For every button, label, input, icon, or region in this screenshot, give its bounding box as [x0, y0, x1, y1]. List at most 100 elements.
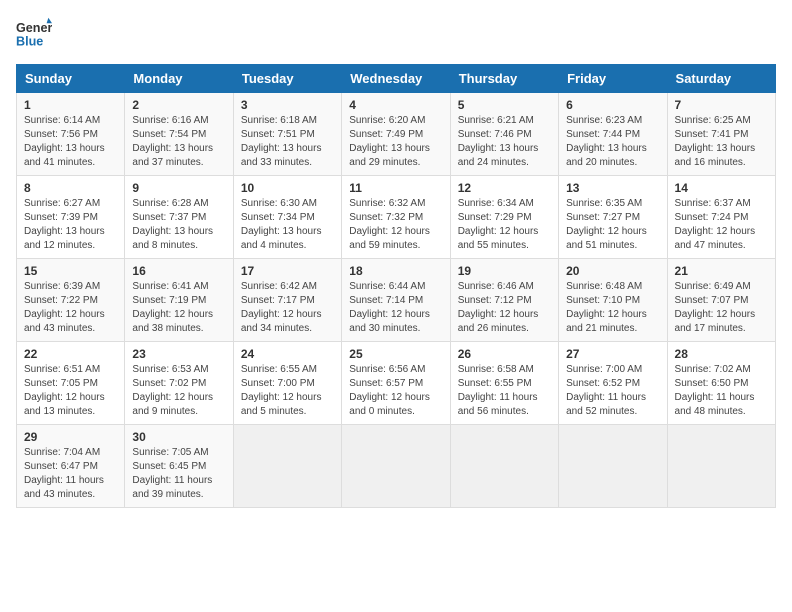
- calendar-cell: [233, 425, 341, 508]
- day-number: 18: [349, 264, 442, 278]
- calendar-cell: 20 Sunrise: 6:48 AM Sunset: 7:10 PM Dayl…: [559, 259, 667, 342]
- day-sunset: Sunset: 7:10 PM: [566, 295, 640, 306]
- day-sunrise: Sunrise: 6:18 AM: [241, 115, 317, 126]
- calendar-cell: 12 Sunrise: 6:34 AM Sunset: 7:29 PM Dayl…: [450, 176, 558, 259]
- header: General Blue: [16, 16, 776, 52]
- day-sunset: Sunset: 7:05 PM: [24, 378, 98, 389]
- calendar-cell: 1 Sunrise: 6:14 AM Sunset: 7:56 PM Dayli…: [17, 93, 125, 176]
- day-daylight: Daylight: 11 hours and 43 minutes.: [24, 475, 104, 500]
- day-daylight: Daylight: 12 hours and 30 minutes.: [349, 309, 430, 334]
- day-sunrise: Sunrise: 6:41 AM: [132, 281, 208, 292]
- day-number: 7: [675, 98, 768, 112]
- day-number: 3: [241, 98, 334, 112]
- calendar-body: 1 Sunrise: 6:14 AM Sunset: 7:56 PM Dayli…: [17, 93, 776, 508]
- calendar-cell: 23 Sunrise: 6:53 AM Sunset: 7:02 PM Dayl…: [125, 342, 233, 425]
- col-header-thursday: Thursday: [450, 65, 558, 93]
- calendar-cell: 8 Sunrise: 6:27 AM Sunset: 7:39 PM Dayli…: [17, 176, 125, 259]
- day-sunrise: Sunrise: 7:05 AM: [132, 447, 208, 458]
- day-sunrise: Sunrise: 7:04 AM: [24, 447, 100, 458]
- day-sunset: Sunset: 6:57 PM: [349, 378, 423, 389]
- day-sunrise: Sunrise: 6:51 AM: [24, 364, 100, 375]
- day-sunrise: Sunrise: 6:55 AM: [241, 364, 317, 375]
- day-daylight: Daylight: 12 hours and 9 minutes.: [132, 392, 213, 417]
- day-number: 29: [24, 430, 117, 444]
- day-number: 27: [566, 347, 659, 361]
- day-sunset: Sunset: 7:17 PM: [241, 295, 315, 306]
- day-number: 28: [675, 347, 768, 361]
- day-sunrise: Sunrise: 6:32 AM: [349, 198, 425, 209]
- logo: General Blue: [16, 16, 52, 52]
- day-number: 16: [132, 264, 225, 278]
- calendar-cell: 11 Sunrise: 6:32 AM Sunset: 7:32 PM Dayl…: [342, 176, 450, 259]
- day-number: 23: [132, 347, 225, 361]
- calendar-cell: 7 Sunrise: 6:25 AM Sunset: 7:41 PM Dayli…: [667, 93, 775, 176]
- calendar-cell: 2 Sunrise: 6:16 AM Sunset: 7:54 PM Dayli…: [125, 93, 233, 176]
- day-sunset: Sunset: 7:54 PM: [132, 129, 206, 140]
- col-header-saturday: Saturday: [667, 65, 775, 93]
- day-number: 6: [566, 98, 659, 112]
- day-daylight: Daylight: 12 hours and 55 minutes.: [458, 226, 539, 251]
- day-sunrise: Sunrise: 6:34 AM: [458, 198, 534, 209]
- day-daylight: Daylight: 13 hours and 12 minutes.: [24, 226, 105, 251]
- day-daylight: Daylight: 12 hours and 51 minutes.: [566, 226, 647, 251]
- day-daylight: Daylight: 11 hours and 52 minutes.: [566, 392, 646, 417]
- day-number: 8: [24, 181, 117, 195]
- calendar-cell: 6 Sunrise: 6:23 AM Sunset: 7:44 PM Dayli…: [559, 93, 667, 176]
- day-sunrise: Sunrise: 6:48 AM: [566, 281, 642, 292]
- day-sunset: Sunset: 7:51 PM: [241, 129, 315, 140]
- day-number: 4: [349, 98, 442, 112]
- calendar-cell: 16 Sunrise: 6:41 AM Sunset: 7:19 PM Dayl…: [125, 259, 233, 342]
- calendar-cell: 4 Sunrise: 6:20 AM Sunset: 7:49 PM Dayli…: [342, 93, 450, 176]
- day-sunset: Sunset: 7:41 PM: [675, 129, 749, 140]
- day-sunset: Sunset: 7:02 PM: [132, 378, 206, 389]
- day-daylight: Daylight: 12 hours and 5 minutes.: [241, 392, 322, 417]
- day-sunrise: Sunrise: 6:20 AM: [349, 115, 425, 126]
- day-sunrise: Sunrise: 6:58 AM: [458, 364, 534, 375]
- day-sunset: Sunset: 7:14 PM: [349, 295, 423, 306]
- calendar-cell: 29 Sunrise: 7:04 AM Sunset: 6:47 PM Dayl…: [17, 425, 125, 508]
- calendar-cell: 24 Sunrise: 6:55 AM Sunset: 7:00 PM Dayl…: [233, 342, 341, 425]
- day-sunset: Sunset: 7:46 PM: [458, 129, 532, 140]
- day-sunset: Sunset: 7:27 PM: [566, 212, 640, 223]
- calendar-week-row: 1 Sunrise: 6:14 AM Sunset: 7:56 PM Dayli…: [17, 93, 776, 176]
- day-sunset: Sunset: 6:50 PM: [675, 378, 749, 389]
- calendar-cell: 9 Sunrise: 6:28 AM Sunset: 7:37 PM Dayli…: [125, 176, 233, 259]
- day-number: 12: [458, 181, 551, 195]
- calendar-cell: [667, 425, 775, 508]
- calendar-cell: 15 Sunrise: 6:39 AM Sunset: 7:22 PM Dayl…: [17, 259, 125, 342]
- day-daylight: Daylight: 12 hours and 38 minutes.: [132, 309, 213, 334]
- col-header-monday: Monday: [125, 65, 233, 93]
- day-sunrise: Sunrise: 6:23 AM: [566, 115, 642, 126]
- svg-text:Blue: Blue: [16, 35, 43, 49]
- day-number: 11: [349, 181, 442, 195]
- calendar-table: SundayMondayTuesdayWednesdayThursdayFrid…: [16, 64, 776, 508]
- day-number: 17: [241, 264, 334, 278]
- calendar-header-row: SundayMondayTuesdayWednesdayThursdayFrid…: [17, 65, 776, 93]
- day-sunset: Sunset: 7:07 PM: [675, 295, 749, 306]
- day-sunset: Sunset: 7:56 PM: [24, 129, 98, 140]
- day-daylight: Daylight: 11 hours and 48 minutes.: [675, 392, 755, 417]
- day-sunset: Sunset: 7:37 PM: [132, 212, 206, 223]
- day-sunrise: Sunrise: 6:53 AM: [132, 364, 208, 375]
- day-daylight: Daylight: 13 hours and 16 minutes.: [675, 143, 756, 168]
- day-daylight: Daylight: 13 hours and 29 minutes.: [349, 143, 430, 168]
- calendar-cell: 17 Sunrise: 6:42 AM Sunset: 7:17 PM Dayl…: [233, 259, 341, 342]
- day-sunrise: Sunrise: 6:27 AM: [24, 198, 100, 209]
- calendar-cell: 27 Sunrise: 7:00 AM Sunset: 6:52 PM Dayl…: [559, 342, 667, 425]
- day-sunset: Sunset: 7:22 PM: [24, 295, 98, 306]
- calendar-week-row: 22 Sunrise: 6:51 AM Sunset: 7:05 PM Dayl…: [17, 342, 776, 425]
- day-sunrise: Sunrise: 6:21 AM: [458, 115, 534, 126]
- day-sunrise: Sunrise: 6:49 AM: [675, 281, 751, 292]
- day-sunrise: Sunrise: 7:00 AM: [566, 364, 642, 375]
- day-sunrise: Sunrise: 6:25 AM: [675, 115, 751, 126]
- day-daylight: Daylight: 13 hours and 8 minutes.: [132, 226, 213, 251]
- day-number: 9: [132, 181, 225, 195]
- calendar-cell: [559, 425, 667, 508]
- day-sunrise: Sunrise: 6:56 AM: [349, 364, 425, 375]
- day-sunset: Sunset: 7:32 PM: [349, 212, 423, 223]
- day-number: 14: [675, 181, 768, 195]
- calendar-cell: [342, 425, 450, 508]
- day-daylight: Daylight: 11 hours and 56 minutes.: [458, 392, 538, 417]
- day-sunset: Sunset: 6:52 PM: [566, 378, 640, 389]
- col-header-tuesday: Tuesday: [233, 65, 341, 93]
